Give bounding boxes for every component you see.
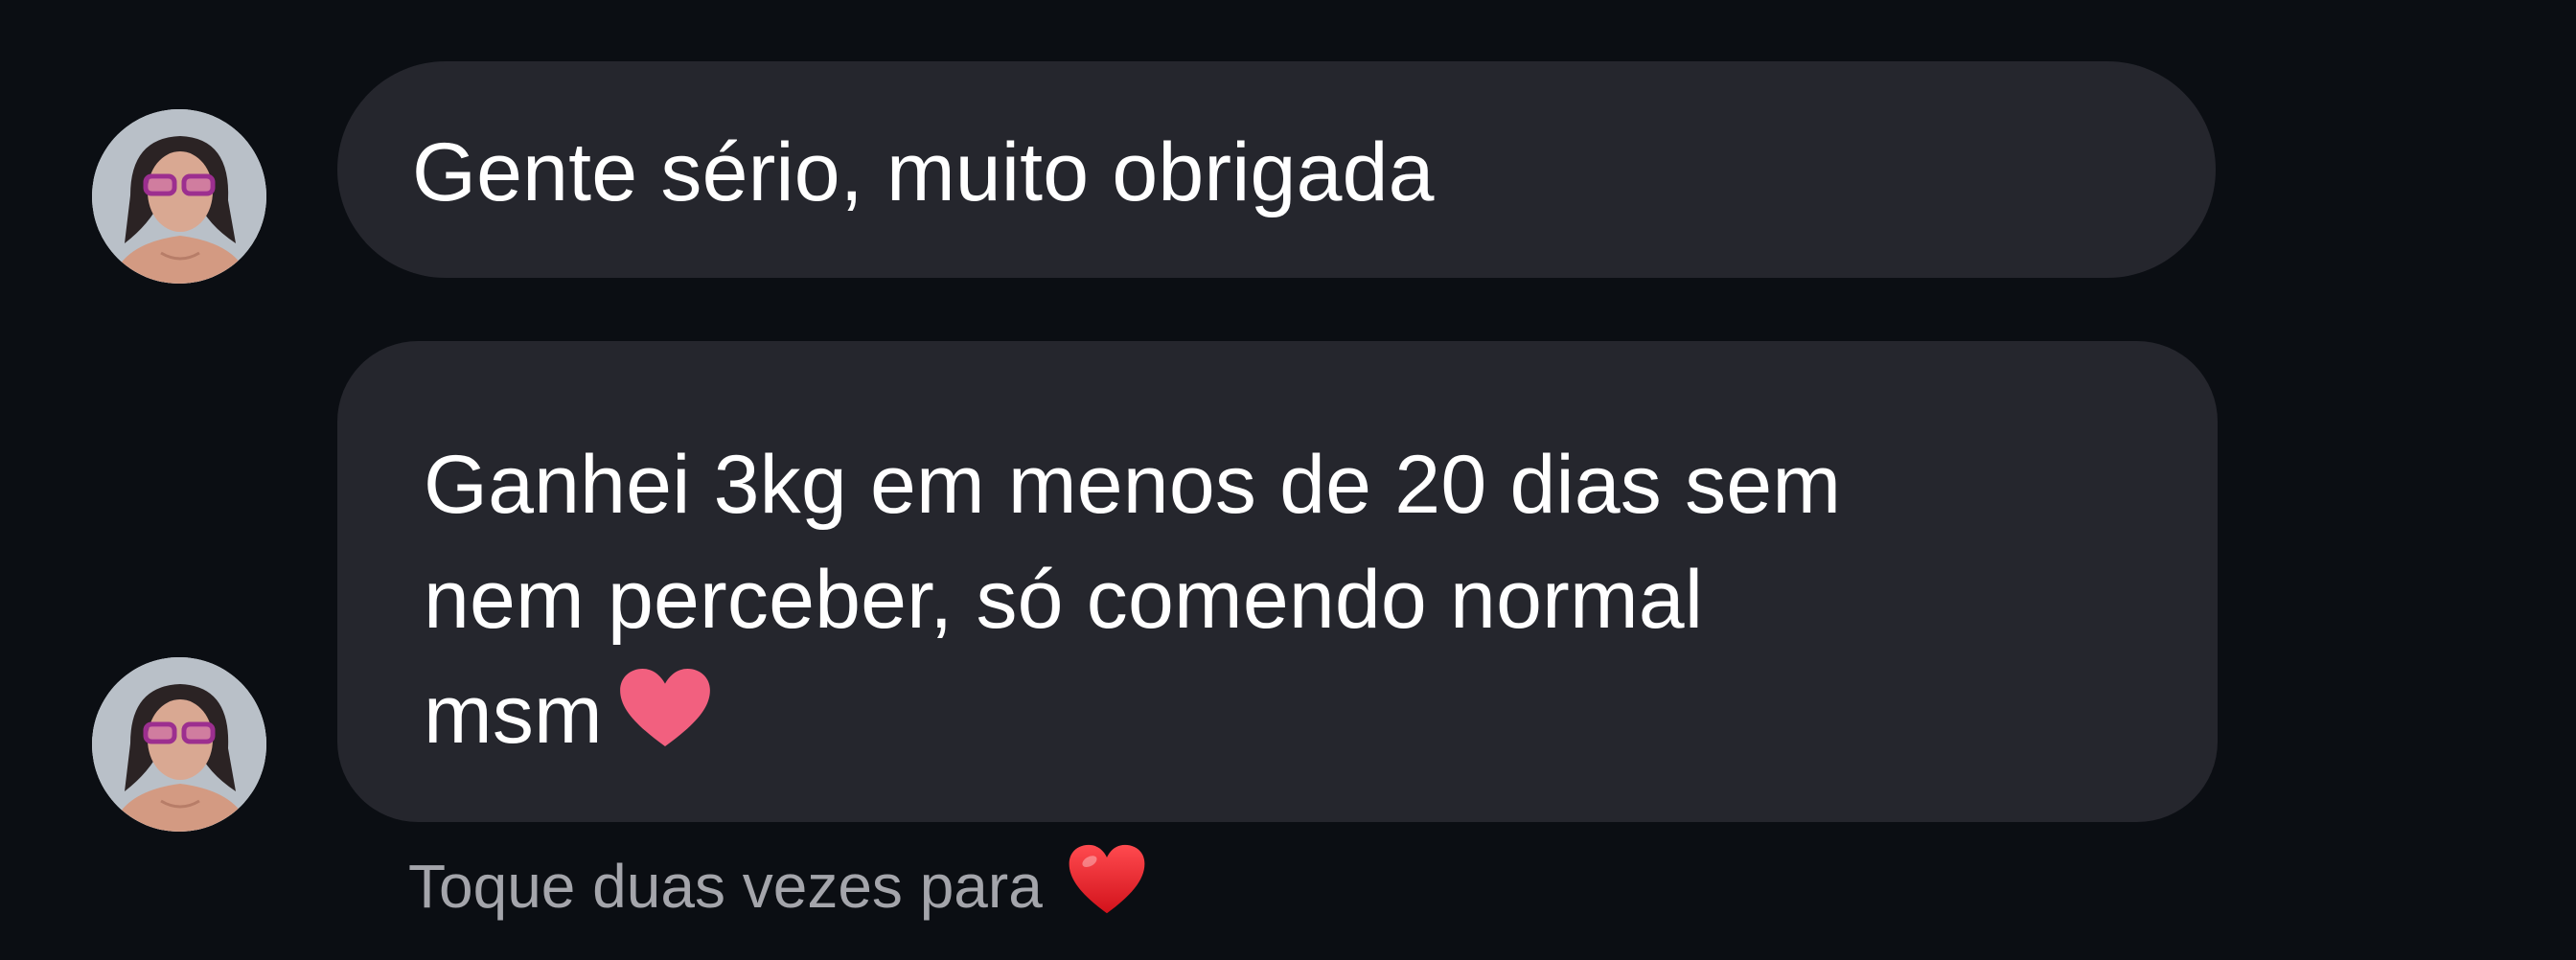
message-line: Ganhei 3kg em menos de 20 dias sem: [424, 439, 1842, 531]
red-heart-icon[interactable]: [1068, 844, 1146, 929]
message-bubble[interactable]: Ganhei 3kg em menos de 20 dias sem nem p…: [337, 341, 2218, 822]
sender-avatar[interactable]: [92, 657, 266, 832]
message-line: msm: [424, 669, 603, 761]
pink-heart-icon: [618, 663, 712, 778]
profile-photo-icon: [92, 109, 266, 284]
double-tap-hint: Toque duas vezes para: [408, 843, 1146, 929]
message-text: Gente sério, muito obrigada: [412, 126, 1435, 218]
sender-avatar[interactable]: [92, 109, 266, 284]
profile-photo-icon: [92, 657, 266, 832]
hint-text: Toque duas vezes para: [408, 852, 1043, 921]
chat-thread: Gente sério, muito obrigada Ganhei 3kg e…: [0, 0, 2576, 960]
message-line-last: msm: [424, 657, 1841, 778]
message-line: nem perceber, só comendo normal: [424, 554, 1704, 646]
message-text: Ganhei 3kg em menos de 20 dias sem nem p…: [424, 427, 1841, 778]
message-bubble[interactable]: Gente sério, muito obrigada: [337, 61, 2216, 278]
